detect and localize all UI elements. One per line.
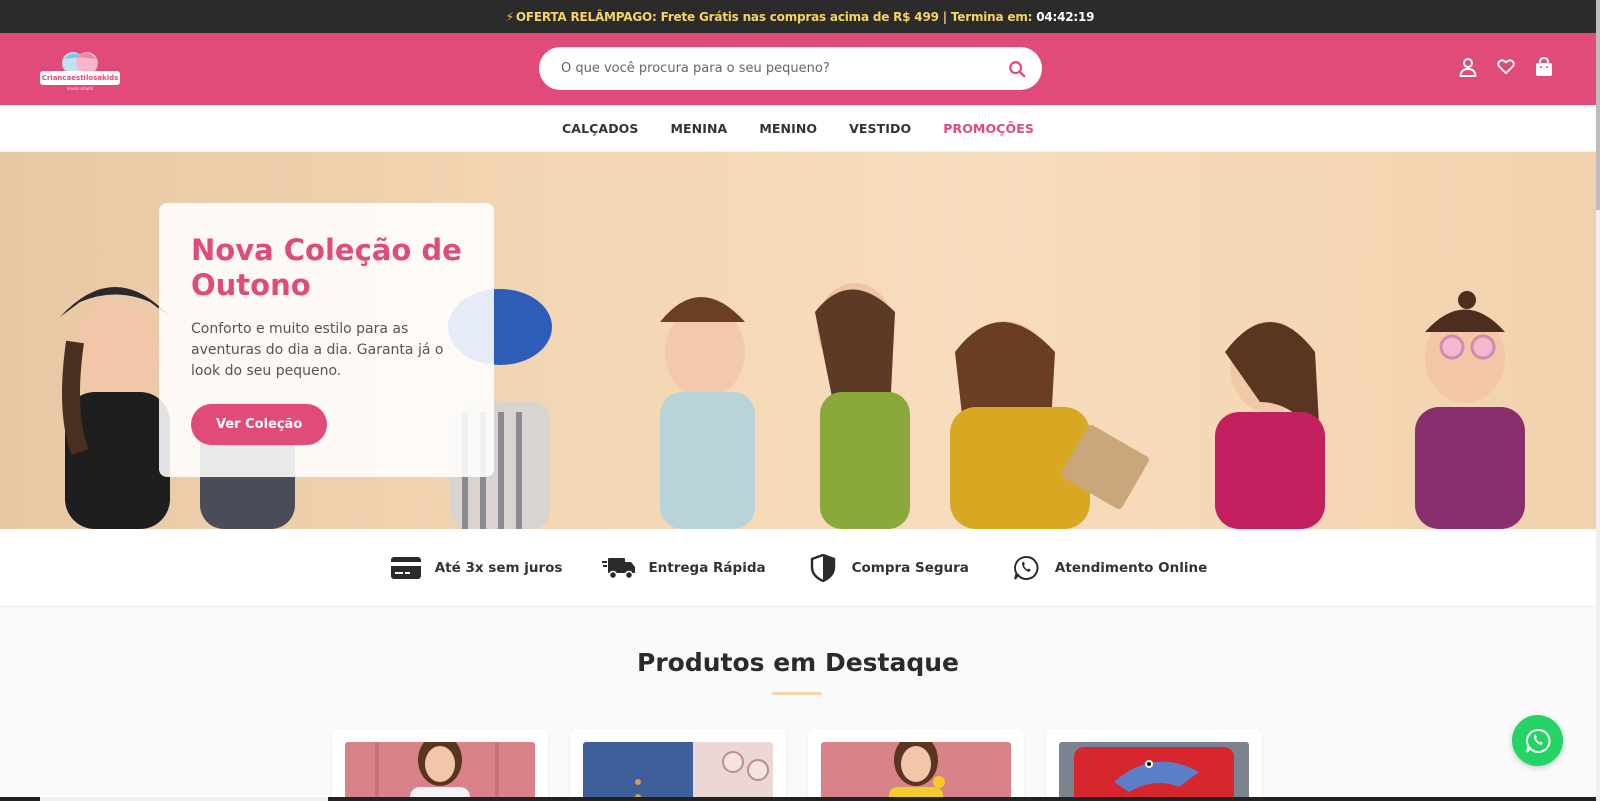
- hero-description: Conforto e muito estilo para as aventura…: [191, 321, 444, 379]
- product-grid: [332, 729, 1262, 801]
- search-input[interactable]: [561, 61, 1008, 76]
- product-image[interactable]: [583, 742, 773, 801]
- truck-icon: [602, 554, 636, 582]
- featured-title: Produtos em Destaque: [637, 648, 959, 677]
- search-bar: [539, 47, 1042, 90]
- countdown-timer: 04:42:19: [1036, 9, 1095, 24]
- product-image[interactable]: [1059, 742, 1249, 801]
- product-card[interactable]: [1046, 729, 1262, 801]
- user-icon[interactable]: [1459, 57, 1477, 77]
- site-header: Criancaestilosakids moda infantil: [0, 33, 1596, 105]
- product-image[interactable]: [821, 734, 1011, 801]
- nav-menina[interactable]: MENINA: [671, 121, 728, 136]
- scrollbar-thumb[interactable]: [40, 797, 328, 801]
- brand-tagline: moda infantil: [66, 86, 94, 91]
- hero-title: Nova Coleção de Outono: [191, 233, 462, 302]
- vertical-scrollbar[interactable]: [1596, 0, 1600, 801]
- announcement-text: OFERTA RELÂMPAGO: Frete Grátis nas compr…: [515, 9, 1033, 24]
- feature-label: Até 3x sem juros: [434, 559, 563, 576]
- feature-support: Atendimento Online: [1009, 554, 1207, 582]
- bag-icon[interactable]: [1535, 57, 1553, 77]
- product-card[interactable]: [808, 729, 1024, 801]
- lightning-icon: ⚡: [505, 9, 514, 24]
- view-collection-button[interactable]: Ver Coleção: [191, 404, 328, 445]
- nav-vestido[interactable]: VESTIDO: [849, 121, 911, 136]
- feature-label: Compra Segura: [851, 559, 969, 576]
- nav-calcados[interactable]: CALÇADOS: [562, 121, 638, 136]
- main-nav: CALÇADOS MENINA MENINO VESTIDO PROMOÇÕES: [0, 105, 1596, 152]
- shield-icon: [806, 553, 840, 582]
- horizontal-scrollbar[interactable]: [0, 797, 1596, 801]
- product-card[interactable]: [570, 729, 786, 801]
- announcement-bar: ⚡ OFERTA RELÂMPAGO: Frete Grátis nas com…: [0, 0, 1600, 33]
- whatsapp-icon: [1009, 554, 1043, 582]
- product-image[interactable]: [345, 734, 535, 801]
- nav-menino[interactable]: MENINO: [759, 121, 817, 136]
- feature-installments: Até 3x sem juros: [389, 554, 563, 582]
- feature-label: Entrega Rápida: [648, 559, 766, 576]
- whatsapp-chat-button[interactable]: [1512, 715, 1563, 766]
- feature-secure: Compra Segura: [806, 553, 969, 582]
- feature-label: Atendimento Online: [1054, 559, 1208, 576]
- scrollbar-thumb[interactable]: [1596, 0, 1600, 210]
- features-bar: Até 3x sem juros Entrega Rápida Compra S…: [0, 529, 1596, 607]
- feature-delivery: Entrega Rápida: [602, 554, 766, 582]
- header-actions: [1459, 57, 1553, 77]
- credit-card-icon: [389, 554, 423, 582]
- search-icon[interactable]: [1008, 60, 1026, 78]
- brand-name: Criancaestilosakids: [40, 71, 120, 85]
- title-underline: [772, 692, 822, 695]
- hero-card: Nova Coleção de Outono Conforto e muito …: [159, 203, 494, 477]
- brand-logo[interactable]: Criancaestilosakids moda infantil: [40, 47, 120, 93]
- product-card[interactable]: [332, 729, 548, 801]
- heart-icon[interactable]: [1497, 57, 1515, 77]
- nav-promocoes[interactable]: PROMOÇÕES: [943, 121, 1034, 136]
- hero-banner: Nova Coleção de Outono Conforto e muito …: [0, 152, 1596, 529]
- whatsapp-icon: [1525, 728, 1550, 753]
